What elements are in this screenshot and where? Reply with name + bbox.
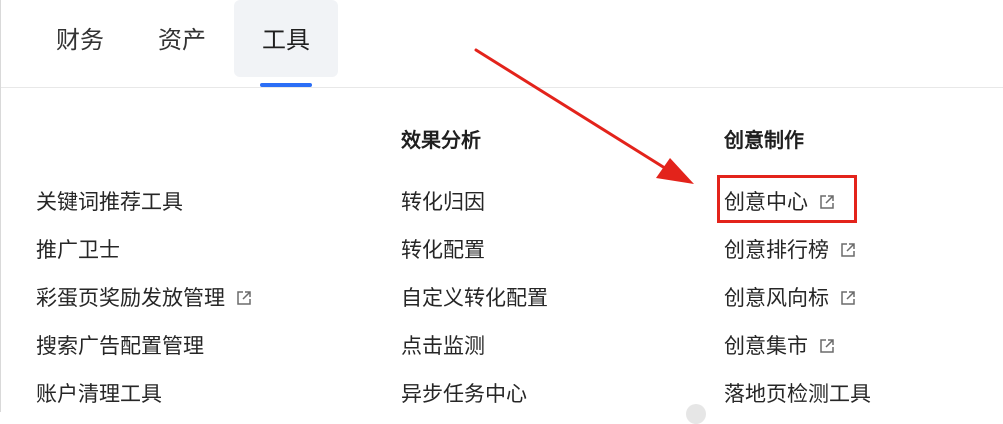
highlight-box-annotation	[717, 175, 857, 223]
scroll-hint	[686, 404, 706, 424]
